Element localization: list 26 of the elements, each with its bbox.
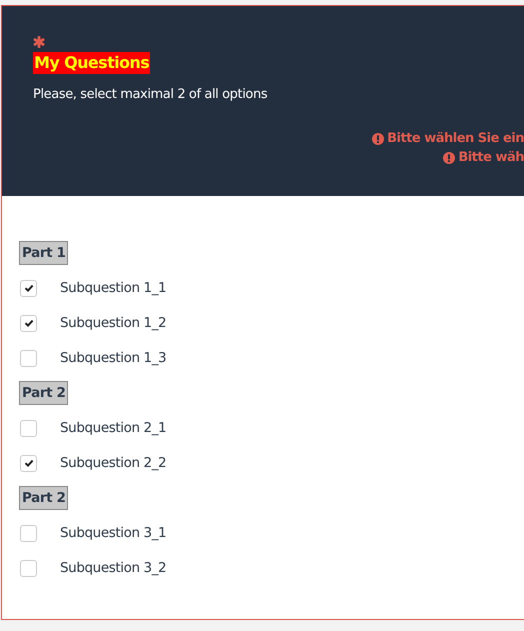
group-label: Part 1 [19, 241, 68, 265]
option-label[interactable]: Subquestion 2_1 [60, 420, 166, 436]
checkbox[interactable] [20, 420, 37, 436]
question-title: My Questions [33, 52, 150, 74]
checkmark-icon [24, 318, 34, 328]
error-message: Bitte wählen Sie ein [387, 131, 524, 146]
option-label[interactable]: Subquestion 2_2 [60, 455, 166, 471]
checkbox[interactable] [20, 560, 37, 576]
checkbox[interactable] [20, 280, 37, 296]
checkmark-icon [24, 283, 34, 293]
option-label[interactable]: Subquestion 1_2 [60, 315, 166, 331]
option-label[interactable]: Subquestion 1_1 [60, 280, 166, 296]
help-text: Please, select maximal 2 of all options [33, 87, 268, 102]
group-label: Part 2 [19, 381, 68, 405]
checkmark-icon [24, 458, 34, 468]
option-label[interactable]: Subquestion 1_3 [60, 350, 166, 366]
checkbox[interactable] [20, 454, 37, 472]
group-label: Part 2 [19, 486, 68, 510]
warning-icon [372, 132, 384, 144]
option-label[interactable]: Subquestion 3_2 [60, 560, 166, 576]
warning-icon [443, 152, 456, 164]
checkbox[interactable] [20, 524, 37, 542]
option-label[interactable]: Subquestion 3_1 [60, 525, 166, 541]
checkbox[interactable] [20, 350, 37, 366]
checkbox[interactable] [20, 314, 37, 332]
error-message: Bitte wäh [458, 150, 524, 165]
